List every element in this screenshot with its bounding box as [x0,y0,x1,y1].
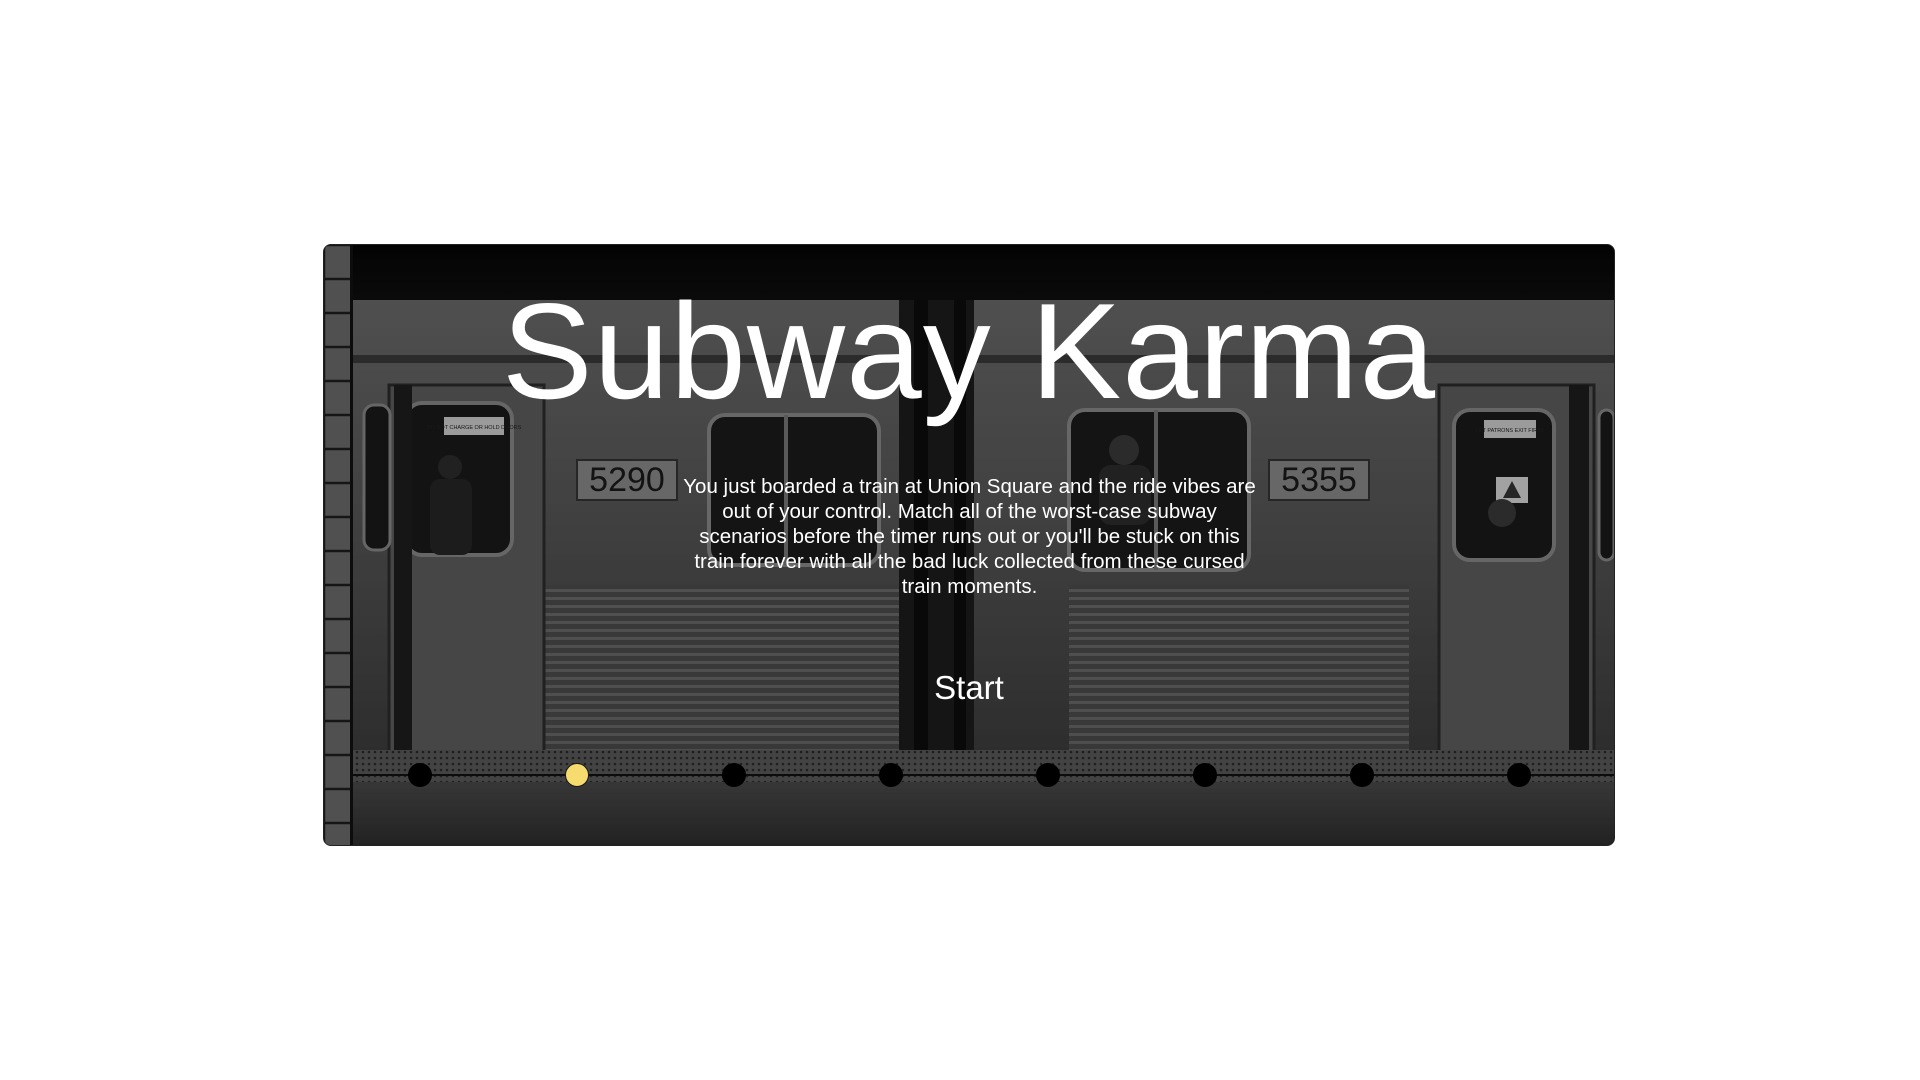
stop-marker [1193,763,1217,787]
stop-marker [879,763,903,787]
stop-marker [1036,763,1060,787]
stop-marker [1350,763,1374,787]
game-stage: 5290 5355 DO NOT CHARGE OR HOLD DOORS LE… [323,244,1615,846]
game-description: You just boarded a train at Union Square… [683,475,1256,598]
start-button[interactable]: Start [869,669,1069,707]
game-title: Subway Karma [501,275,1437,427]
stop-marker [722,763,746,787]
stop-marker [1507,763,1531,787]
current-stop-marker [565,763,589,787]
stop-marker [408,763,432,787]
